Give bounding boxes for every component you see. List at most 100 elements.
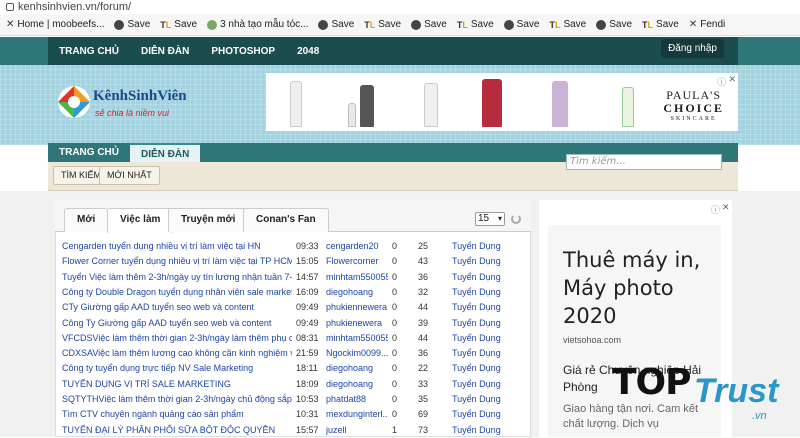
table-row: CTy Giường gấp AAD tuyển seo web và cont… <box>62 300 522 315</box>
thread-forum[interactable]: Tuyển Dụng <box>452 254 522 269</box>
thread-forum[interactable]: Tuyển Dụng <box>452 239 522 254</box>
thread-replies: 0 <box>392 271 398 282</box>
tab-conans-fan[interactable]: Conan's Fan <box>243 208 329 232</box>
bookmark-item[interactable]: Save <box>411 19 447 30</box>
bookmark-item[interactable]: Save <box>114 19 150 30</box>
header-ad[interactable]: ⓘ ✕ PAULA'S CHOICE SKINCARE <box>266 73 738 131</box>
thread-title[interactable]: Công ty tuyển dụng trực tiếp NV Sale Mar… <box>62 361 292 376</box>
thread-title[interactable]: Flower Corner tuyển dụng nhiều vị trí là… <box>62 254 292 269</box>
bookmark-item[interactable]: Save <box>318 19 354 30</box>
ad-info-icon[interactable]: ⓘ <box>717 75 726 88</box>
thread-forum[interactable]: Tuyển Dụng <box>452 331 522 346</box>
thread-forum[interactable]: Tuyển Dụng <box>452 392 522 407</box>
tl-icon: TL <box>642 19 654 30</box>
bookmark-item[interactable]: TL Save <box>160 19 197 30</box>
thread-replies: 0 <box>392 363 398 374</box>
tab-new[interactable]: Mới <box>64 208 109 232</box>
thread-forum[interactable]: Tuyển Dụng <box>452 285 522 300</box>
toptrust-watermark: TOP Trust .vn <box>612 362 784 434</box>
thread-time: 18:11 <box>296 363 318 374</box>
subnav-home[interactable]: TRANG CHỦ <box>48 143 130 162</box>
thread-title[interactable]: CDXSAViệc làm thêm lương cao không cần k… <box>62 346 292 361</box>
thread-user[interactable]: diegohoang <box>326 377 388 392</box>
thread-replies: 0 <box>392 302 398 313</box>
thread-user[interactable]: phukienewera <box>326 316 388 331</box>
thread-user[interactable]: cengarden20 <box>326 239 388 254</box>
bookmark-item[interactable]: TL Save <box>364 19 401 30</box>
bookmark-item[interactable]: TL Save <box>642 19 679 30</box>
globe-icon <box>411 19 422 30</box>
thread-user[interactable]: Flowercorner <box>326 254 388 269</box>
table-row: Công ty Double Dragon tuyển dụng nhân vi… <box>62 285 522 300</box>
product-image <box>348 103 356 127</box>
search-input[interactable]: Tìm kiếm... <box>566 154 722 170</box>
bookmark-item[interactable]: Save <box>503 19 539 30</box>
thread-user[interactable]: mexdunginterl... <box>326 407 388 422</box>
thread-forum[interactable]: Tuyển Dụng <box>452 407 522 422</box>
refresh-icon[interactable] <box>511 214 521 224</box>
thread-forum[interactable]: Tuyển Dụng <box>452 316 522 331</box>
ad-close-icon[interactable]: ✕ <box>728 74 736 85</box>
thread-time: 15:05 <box>296 256 319 267</box>
nav-forum[interactable]: DIỄN ĐÀN <box>130 46 200 57</box>
bookmark-item[interactable]: TL Save <box>457 19 494 30</box>
table-row: CDXSAViệc làm thêm lương cao không cần k… <box>62 346 522 361</box>
thread-title[interactable]: CTy Giường gấp AAD tuyển seo web và cont… <box>62 300 292 315</box>
thread-time: 14:57 <box>296 271 319 282</box>
nav-2048[interactable]: 2048 <box>286 46 330 57</box>
bookmark-item[interactable]: ✕ Fendi <box>689 19 725 30</box>
thread-user[interactable]: phukiennewera <box>326 300 388 315</box>
table-row: TUYỂN DỤNG VỊ TRÍ SALE MARKETING 18:09 die… <box>62 377 522 392</box>
subnav-forum[interactable]: DIỄN ĐÀN <box>130 143 201 162</box>
tab-new-stories[interactable]: Truyện mới <box>168 208 249 232</box>
thread-user[interactable]: Ngockim0099... <box>326 346 388 361</box>
thread-forum[interactable]: Tuyển Dụng <box>452 361 522 376</box>
thread-title[interactable]: Cengarden tuyển dụng nhiều vị trí làm vi… <box>62 239 292 254</box>
thread-user[interactable]: minhtam550055 <box>326 270 388 285</box>
nav-photoshop[interactable]: PHOTOSHOP <box>200 46 286 57</box>
table-row: VFCDSViệc làm thêm thời gian 2-3h/ngày l… <box>62 331 522 346</box>
thread-forum[interactable]: Tuyển Dụng <box>452 423 522 438</box>
login-button[interactable]: Đăng nhập <box>661 39 724 58</box>
thread-title[interactable]: TUYỂN DỤNG VỊ TRÍ SALE MARKETING <box>62 377 292 392</box>
product-image <box>482 79 502 127</box>
thread-title[interactable]: TUYỂN ĐẠI LÝ PHÂN PHỐI SỮA BỘT ĐỘC QUYỀN <box>62 423 292 438</box>
thread-forum[interactable]: Tuyển Dụng <box>452 346 522 361</box>
nav-home[interactable]: TRANG CHỦ <box>48 46 130 57</box>
thread-replies: 0 <box>392 394 398 404</box>
thread-forum[interactable]: Tuyển Dụng <box>452 377 522 392</box>
thread-forum[interactable]: Tuyển Dụng <box>452 300 522 315</box>
tab-jobs[interactable]: Việc làm <box>107 208 174 233</box>
ad-close-icon[interactable]: ✕ <box>722 202 730 213</box>
newest-button[interactable]: MỚI NHẤT <box>99 166 160 185</box>
side-ad-headline[interactable]: Thuê máy in, Máy photo 2020 <box>563 246 713 330</box>
bookmark-item[interactable]: TL Save <box>549 19 586 30</box>
thread-title[interactable]: VFCDSViệc làm thêm thời gian 2-3h/ngày l… <box>62 331 292 346</box>
product-image <box>290 81 302 127</box>
thread-forum[interactable]: Tuyển Dụng <box>452 270 522 285</box>
thread-user[interactable]: diegohoang <box>326 361 388 376</box>
thread-title[interactable]: Tìm CTV chuyên ngành quảng cáo sản phẩm <box>62 407 292 422</box>
bookmark-item[interactable]: Save <box>596 19 632 30</box>
thread-title[interactable]: Tuyển Việc làm thêm 2-3h/ngày uy tín lươ… <box>62 270 292 285</box>
logo-tagline: sẻ chia là niềm vui <box>95 108 170 118</box>
ad-info-icon[interactable]: ⓘ <box>711 203 720 216</box>
thread-title[interactable]: Công ty Double Dragon tuyển dụng nhân vi… <box>62 285 292 300</box>
thread-title[interactable]: SQTYTHViệc làm thêm thời gian 2-3h/ngày … <box>62 392 292 407</box>
table-row: Tìm CTV chuyên ngành quảng cáo sản phẩm 1… <box>62 407 522 422</box>
globe-icon <box>318 19 329 30</box>
product-image <box>360 85 374 127</box>
thread-user[interactable]: minhtam550055 <box>326 331 388 346</box>
thread-user[interactable]: juzell <box>326 423 388 438</box>
bookmark-item[interactable]: ✕ Home | moobeefs... <box>6 19 104 30</box>
thread-user[interactable]: diegohoang <box>326 285 388 300</box>
thread-user[interactable]: phatdat88 <box>326 392 388 407</box>
site-logo[interactable]: KênhSinhViên sẻ chia là niềm vui <box>55 81 205 127</box>
table-row: SQTYTHViệc làm thêm thời gian 2-3h/ngày … <box>62 392 522 407</box>
thread-title[interactable]: Công Ty Giường gấp AAD tuyển seo web và … <box>62 316 292 331</box>
address-bar[interactable]: kenhsinhvien.vn/forum/ <box>0 0 800 14</box>
bookmark-item[interactable]: 3 nhà tạo mẫu tóc... <box>207 19 308 30</box>
tl-icon: TL <box>364 19 376 30</box>
per-page-select[interactable]: 15 <box>475 212 505 226</box>
thread-replies: 0 <box>392 256 398 267</box>
